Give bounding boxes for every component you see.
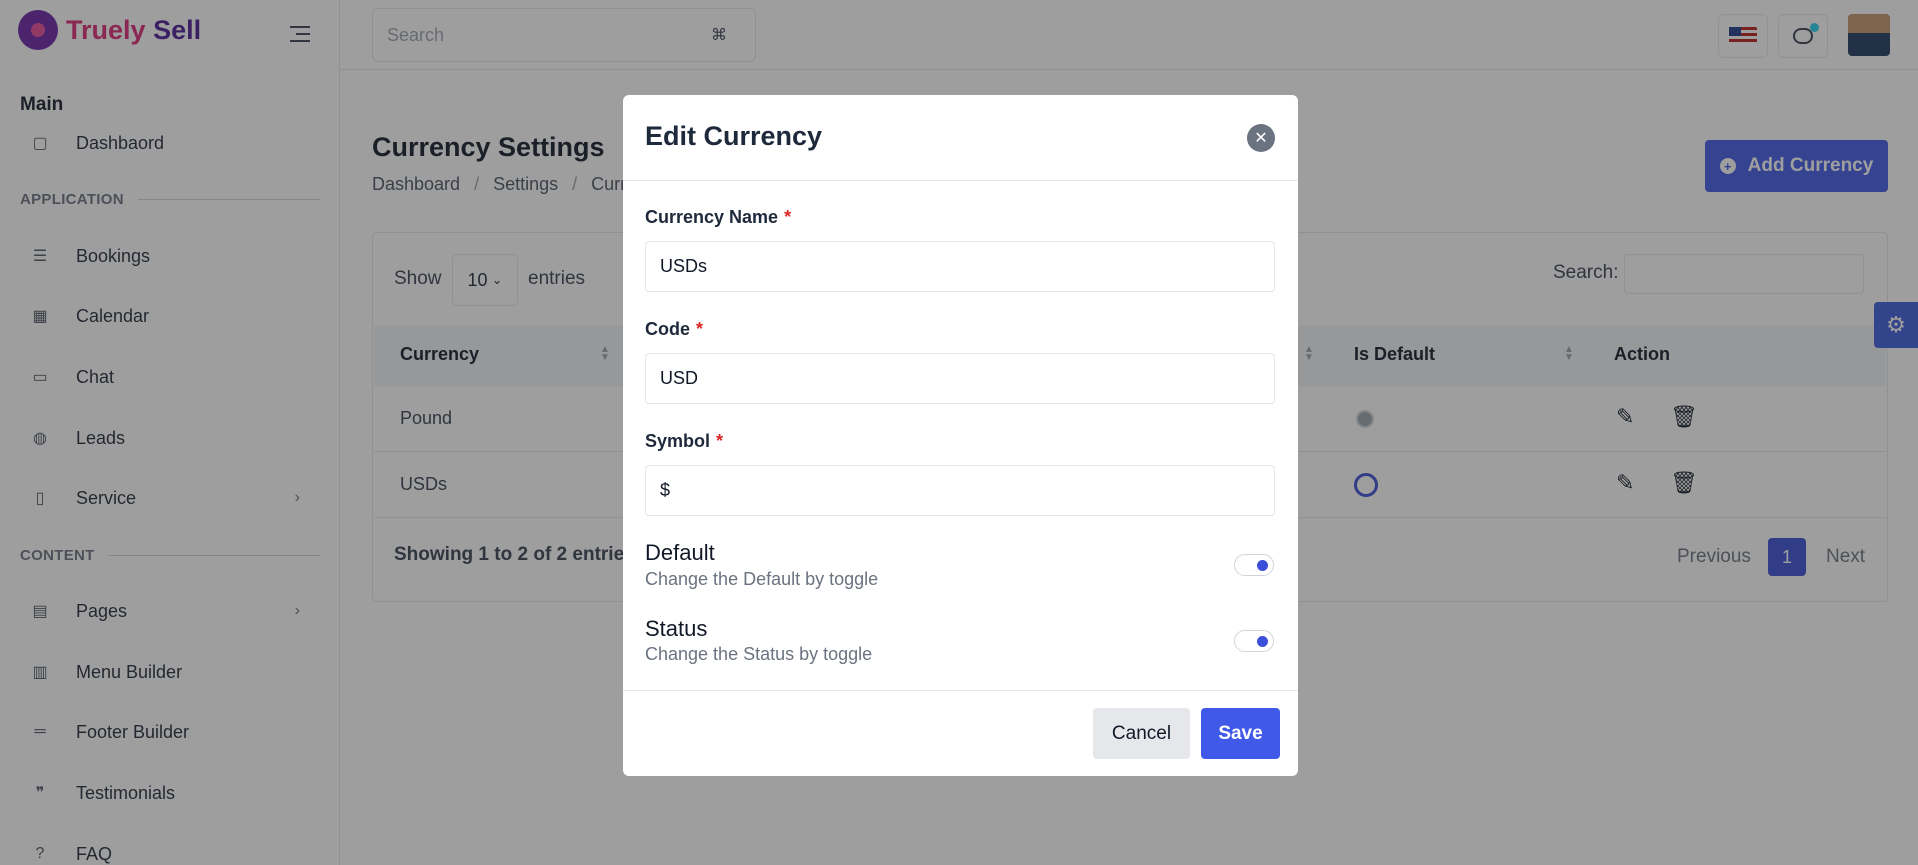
cancel-button[interactable]: Cancel [1093,708,1190,759]
default-title: Default [645,540,715,565]
symbol-input[interactable] [645,465,1275,516]
modal-footer-divider [623,690,1298,691]
required-mark: * [696,319,704,339]
code-label: Code * [645,319,703,340]
label-text: Currency Name [645,207,779,227]
toggle-knob [1257,636,1268,647]
toggle-knob [1257,560,1268,571]
status-toggle[interactable] [1234,630,1274,652]
required-mark: * [716,431,724,451]
currency-name-input[interactable] [645,241,1275,292]
close-icon[interactable]: ✕ [1247,124,1275,152]
label-text: Code [645,319,690,339]
currency-name-label: Currency Name * [645,207,791,228]
modal-title: Edit Currency [645,121,823,151]
default-description: Change the Default by toggle [645,569,879,589]
label-text: Symbol [645,431,711,451]
status-description: Change the Status by toggle [645,644,873,664]
save-button[interactable]: Save [1201,708,1280,759]
default-toggle[interactable] [1234,554,1274,576]
code-input[interactable] [645,353,1275,404]
status-title: Status [645,616,708,641]
edit-currency-modal: Edit Currency ✕ Currency Name* Code* Sym… [623,95,1298,776]
modal-divider [623,180,1298,181]
symbol-label: Symbol * [645,431,723,452]
required-mark: * [784,207,792,227]
